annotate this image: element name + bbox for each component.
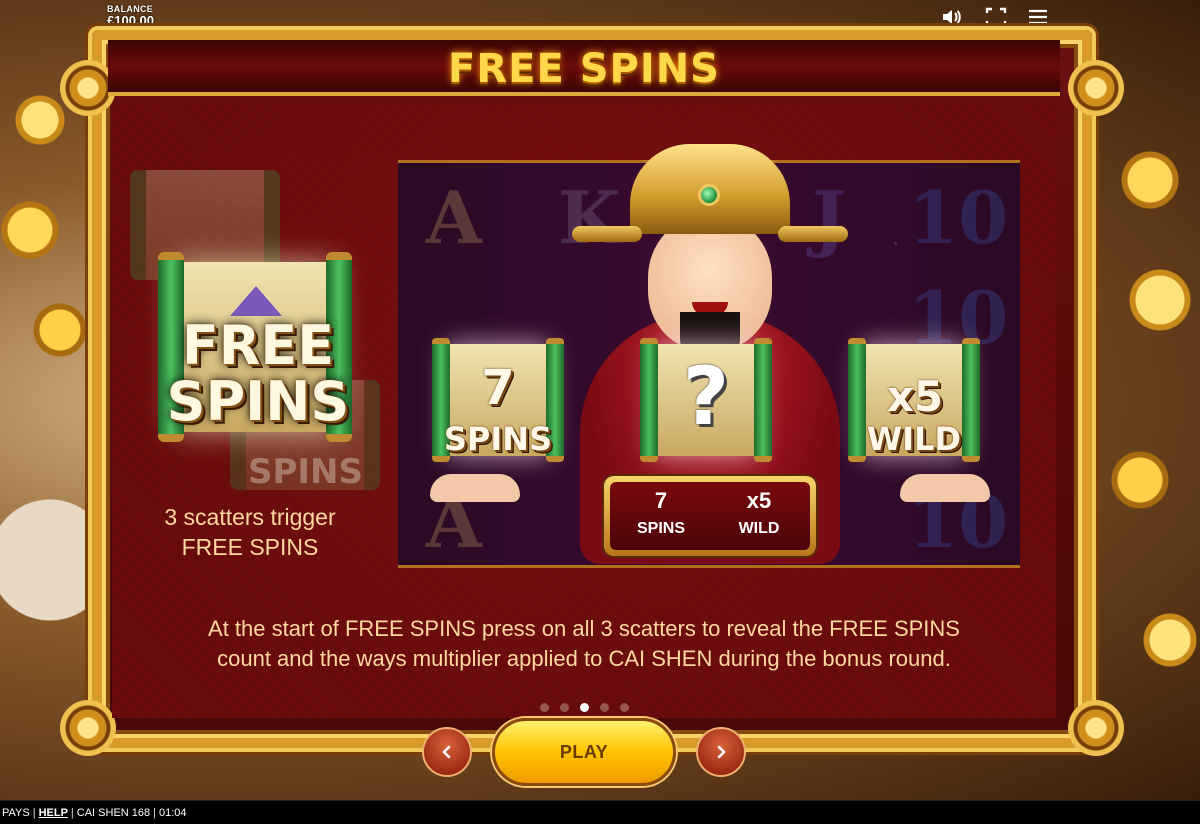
badge-spins-value: 7	[654, 488, 668, 513]
scatter-caption-line1: 3 scatters trigger	[164, 504, 336, 530]
scatter-symbol-text: FREE SPINS	[148, 318, 368, 430]
result-badge: 7 SPINS x5 WILD	[604, 476, 816, 556]
page-dot[interactable]	[580, 703, 589, 712]
reel-symbol: 10	[908, 175, 1009, 260]
scroll-spins-value: 7	[481, 360, 515, 416]
separator: |	[153, 806, 157, 819]
frame-coin-ornament	[60, 700, 116, 756]
top-hud: BALANCE £100.00	[0, 0, 1200, 34]
page-indicator	[540, 703, 629, 713]
question-mark-icon: ?	[682, 350, 730, 443]
page-title: FREE SPINS	[448, 46, 720, 92]
badge-spins-label: SPINS	[636, 520, 685, 537]
title-bar: FREE SPINS	[108, 40, 1060, 96]
help-link[interactable]: HELP	[39, 807, 68, 819]
previous-page-button[interactable]	[422, 727, 472, 777]
game-name: CAI SHEN 168	[76, 806, 151, 819]
hat-wing	[572, 226, 642, 242]
scatter-caption-line2: FREE SPINS	[181, 534, 319, 560]
pays-link[interactable]: PAYS	[2, 807, 30, 819]
page-dot[interactable]	[620, 703, 629, 712]
balance-display: BALANCE £100.00	[107, 4, 154, 28]
chevron-right-icon	[717, 745, 726, 759]
mountain-icon	[230, 286, 282, 316]
scroll-spins-label: SPINS	[443, 420, 553, 458]
separator: |	[70, 806, 74, 819]
page-dot[interactable]	[540, 703, 549, 712]
menu-icon[interactable]	[1026, 6, 1050, 28]
hat-wing	[778, 226, 848, 242]
next-page-button[interactable]	[696, 727, 746, 777]
badge-wild-label: WILD	[738, 520, 780, 537]
scatter-symbol-line1: FREE	[181, 314, 335, 377]
scroll-wild-value: x5	[886, 372, 944, 421]
frame-coin-ornament	[1068, 700, 1124, 756]
frame-coin-ornament	[1068, 60, 1124, 116]
chevron-left-icon	[442, 745, 451, 759]
session-clock: 01:04	[159, 806, 187, 819]
result-badge-inner: 7 SPINS x5 WILD	[610, 482, 810, 550]
scroll-wild-label: WILD	[866, 420, 962, 458]
status-bar: PAYS | HELP | CAI SHEN 168 | 01:04	[0, 800, 1200, 824]
balance-value: £100.00	[107, 13, 154, 28]
scatter-symbol-line2: SPINS	[166, 370, 350, 433]
scroll-rod	[640, 338, 658, 462]
fullscreen-icon[interactable]	[984, 6, 1008, 28]
feature-description: At the start of FREE SPINS press on all …	[150, 614, 1018, 674]
jade-jewel-icon	[698, 184, 720, 206]
description-line1: At the start of FREE SPINS press on all …	[208, 616, 960, 641]
description-line2: count and the ways multiplier applied to…	[217, 646, 951, 671]
character-hand	[430, 474, 520, 502]
play-button[interactable]: PLAY	[492, 718, 676, 786]
sound-icon[interactable]	[940, 6, 964, 28]
scatter-caption: 3 scatters trigger FREE SPINS	[130, 502, 370, 562]
separator: |	[32, 806, 36, 819]
reel-symbol: A	[426, 175, 482, 260]
page-dot[interactable]	[560, 703, 569, 712]
ghost-symbol-text: SPINS	[248, 452, 363, 492]
scroll-rod	[754, 338, 772, 462]
page-dot[interactable]	[600, 703, 609, 712]
character-hand	[900, 474, 990, 502]
badge-wild-value: x5	[746, 488, 772, 513]
